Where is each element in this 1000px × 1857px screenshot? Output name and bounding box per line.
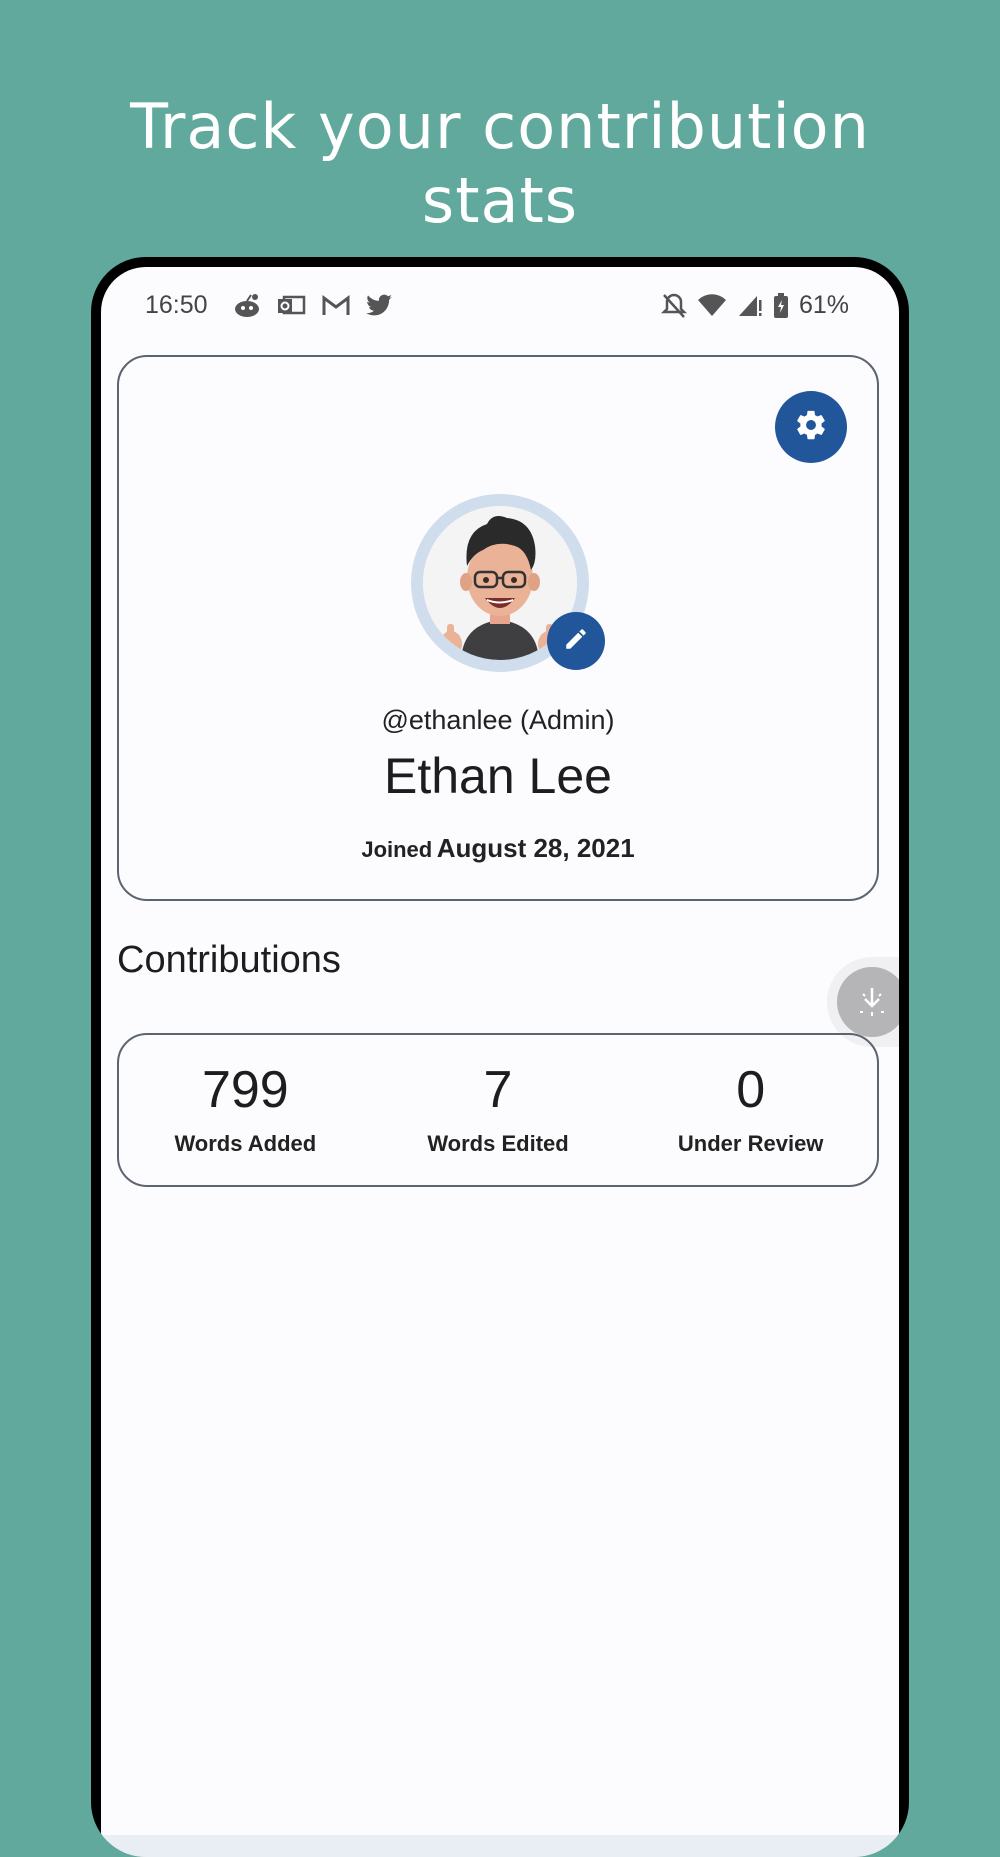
download-icon (837, 967, 899, 1037)
promo-headline-line-1: Track your contribution (130, 90, 870, 163)
promo-headline: Track your contribution stats (0, 90, 1000, 239)
promo-headline-line-2: stats (421, 164, 579, 238)
profile-card: @ethanlee (Admin) Ethan Lee Joined Augus… (117, 355, 879, 901)
signal-icon (737, 294, 763, 318)
notification-icons (233, 293, 394, 319)
stat-value: 7 (483, 1060, 513, 1119)
contributions-title: Contributions (117, 939, 341, 981)
status-bar: 16:50 61% (101, 267, 899, 347)
twitter-icon (366, 294, 394, 318)
pencil-icon (563, 626, 589, 656)
battery-icon (773, 292, 789, 319)
bell-off-icon (660, 292, 687, 320)
stat-label: Under Review (677, 1131, 824, 1157)
phone-screen: 16:50 61% @ethanlee (Admin) Ethan Lee Jo… (101, 267, 899, 1857)
display-name: Ethan Lee (384, 748, 612, 804)
bottom-navigation-bar (101, 1835, 899, 1857)
stat-words-added: 799 Words Added (119, 1063, 372, 1158)
gmail-icon (321, 294, 351, 318)
username: @ethanlee (Admin) (381, 705, 615, 735)
contribution-stats-card: 799 Words Added 7 Words Edited 0 Under R… (117, 1033, 879, 1187)
avatar-container (411, 494, 605, 672)
joined-date: August 28, 2021 (436, 833, 635, 863)
battery-percent: 61% (798, 291, 849, 319)
stat-words-edited: 7 Words Edited (372, 1063, 625, 1158)
system-icons: 61% (660, 291, 849, 320)
outlook-icon (276, 293, 306, 319)
stat-label: Words Edited (427, 1131, 569, 1157)
joined-info: Joined August 28, 2021 (119, 833, 877, 864)
stat-value: 799 (201, 1060, 289, 1119)
stat-label: Words Added (174, 1131, 317, 1157)
wifi-icon (697, 293, 727, 318)
reddit-icon (233, 293, 261, 319)
joined-label: Joined (361, 837, 433, 862)
status-time: 16:50 (145, 291, 208, 319)
phone-frame: 16:50 61% @ethanlee (Admin) Ethan Lee Jo… (91, 257, 909, 1857)
stat-under-review: 0 Under Review (624, 1063, 877, 1158)
stat-value: 0 (736, 1060, 766, 1119)
gear-icon (794, 408, 828, 446)
settings-button[interactable] (775, 391, 847, 463)
edit-avatar-button[interactable] (547, 612, 605, 670)
